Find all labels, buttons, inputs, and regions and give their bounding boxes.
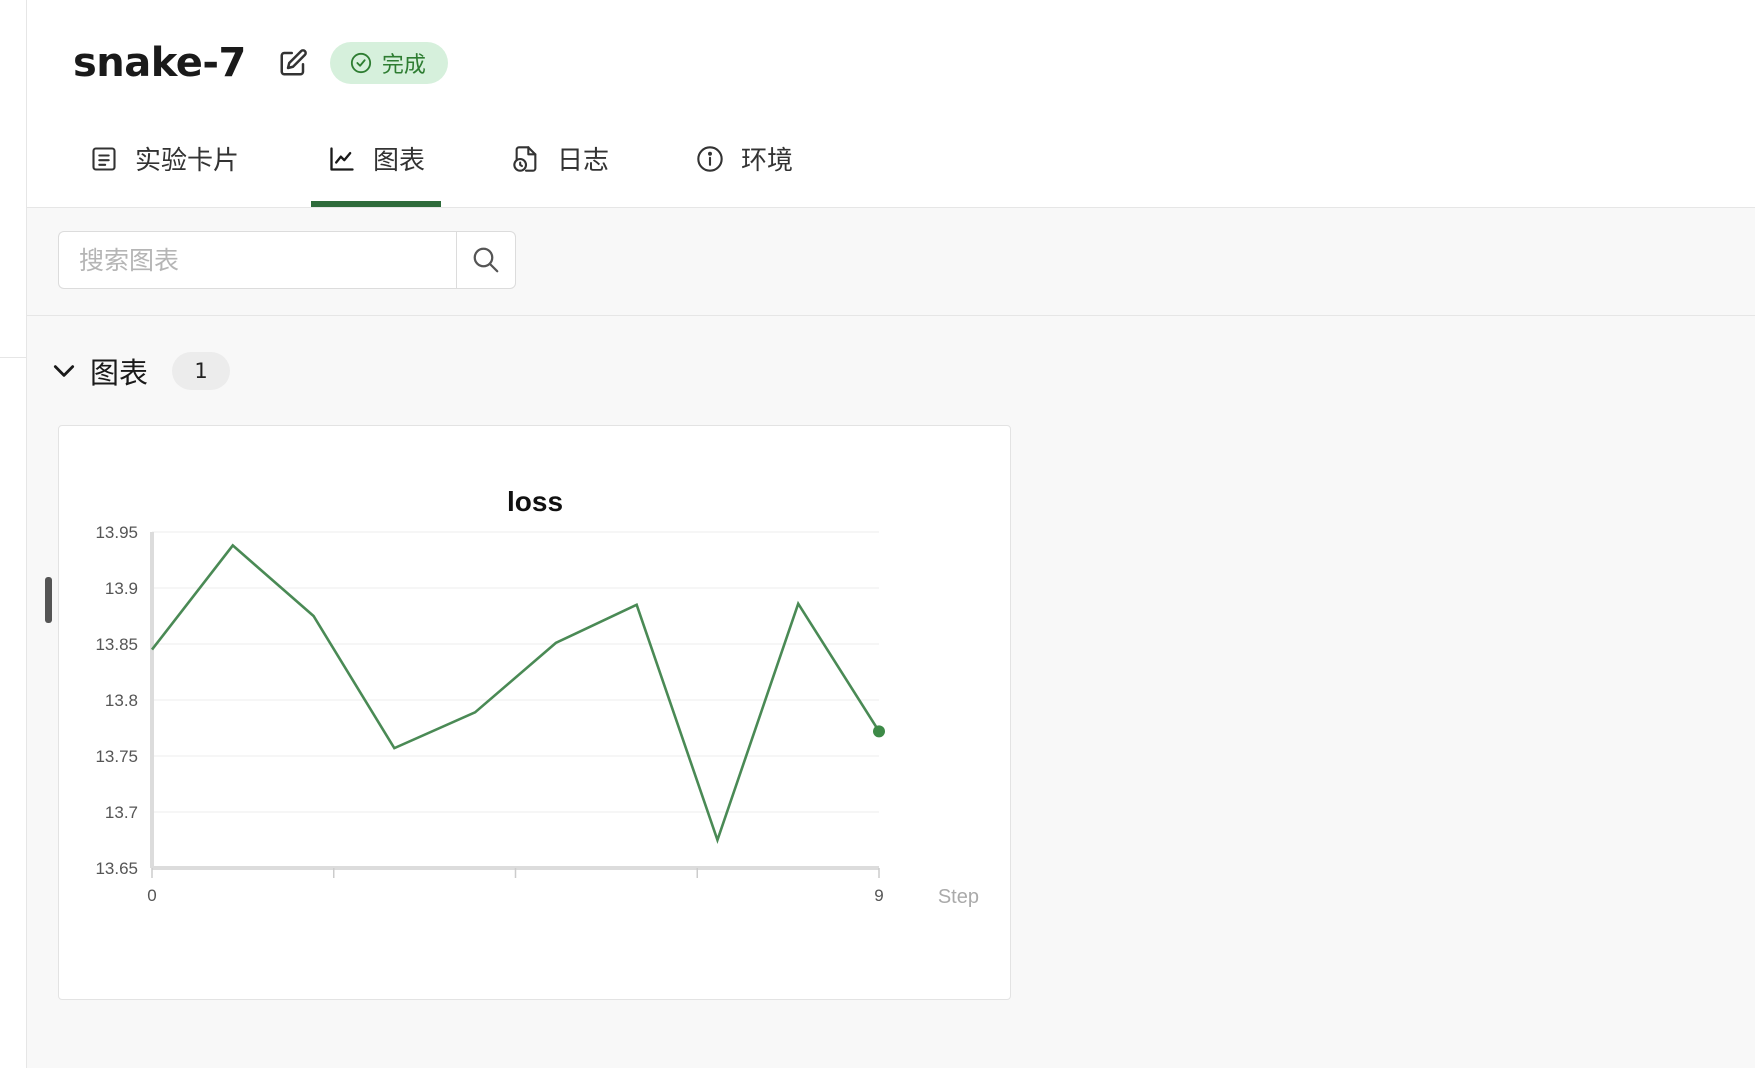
series-line <box>150 543 881 845</box>
run-title: snake-7 <box>73 40 246 86</box>
search-icon <box>473 247 499 273</box>
title-row: snake-7 完成 <box>73 40 448 86</box>
y-tick-label: 13.7 <box>105 803 138 822</box>
card-icon <box>89 144 119 174</box>
content-area: 图表 1 loss 13.9513.913.8513.813.7513.713.… <box>27 208 1755 1068</box>
tab-label: 实验卡片 <box>135 146 240 176</box>
loss-chart: loss 13.9513.913.8513.813.7513.713.65 09… <box>95 486 979 908</box>
info-icon <box>695 144 725 174</box>
x-tick-label: 9 <box>874 886 883 905</box>
status-label: 完成 <box>381 53 426 78</box>
tab-label: 日志 <box>557 146 610 176</box>
search-button[interactable] <box>456 231 516 289</box>
search-bar <box>58 231 516 289</box>
log-file-icon <box>511 144 541 174</box>
y-tick-label: 13.95 <box>95 523 138 542</box>
edit-icon[interactable] <box>276 46 310 80</box>
tab-charts[interactable]: 图表 <box>311 120 442 207</box>
chart-card-loss[interactable]: loss 13.95 13.9 13.85 13.8 13.75 13.7 13.65 09… <box>58 425 1011 1000</box>
y-tick-label: 13.8 <box>105 691 138 710</box>
chart-group-title: 图表 <box>90 356 149 390</box>
tab-environment[interactable]: 环境 <box>695 120 793 197</box>
line-chart-icon <box>327 144 357 174</box>
chart-group-header[interactable]: 图表 1 <box>50 350 231 392</box>
chart-count-badge: 1 <box>172 352 231 390</box>
tab-bar: 实验卡片 图表 日志 环境 <box>27 120 793 207</box>
tab-label: 环境 <box>741 146 794 176</box>
x-tick-label: 0 <box>147 886 156 905</box>
header: snake-7 完成 实验卡片 图表 日志 环境 <box>27 0 1755 208</box>
tab-experiment-card[interactable]: 实验卡片 <box>89 120 239 197</box>
y-tick-label: 13.65 <box>95 859 138 878</box>
tab-label: 图表 <box>373 146 426 176</box>
x-axis-ticks: 09 <box>147 868 884 905</box>
check-circle-icon <box>350 52 371 74</box>
y-tick-label: 13.85 <box>95 635 138 654</box>
active-tab-indicator <box>311 201 442 207</box>
chart-series <box>150 543 885 845</box>
rail-divider <box>0 357 26 358</box>
left-rail <box>0 0 27 1068</box>
chevron-down-icon[interactable] <box>50 357 78 385</box>
main-panel: snake-7 完成 实验卡片 图表 日志 环境 搜索图表 图表 1 loss … <box>27 0 1755 1068</box>
chart-title: loss <box>507 486 563 517</box>
search-input[interactable] <box>58 231 456 289</box>
status-badge: 完成 <box>329 42 448 84</box>
last-point-marker <box>873 725 885 738</box>
tab-logs[interactable]: 日志 <box>511 120 609 197</box>
resize-handle[interactable] <box>45 577 52 623</box>
y-tick-label: 13.9 <box>105 579 138 598</box>
chart-grid <box>150 531 879 870</box>
y-tick-label: 13.75 <box>95 747 138 766</box>
y-axis-ticks: 13.95 13.9 13.85 13.8 13.75 13.7 13.65 <box>95 523 138 878</box>
divider <box>27 315 1755 316</box>
x-axis-label: Step <box>938 886 979 908</box>
